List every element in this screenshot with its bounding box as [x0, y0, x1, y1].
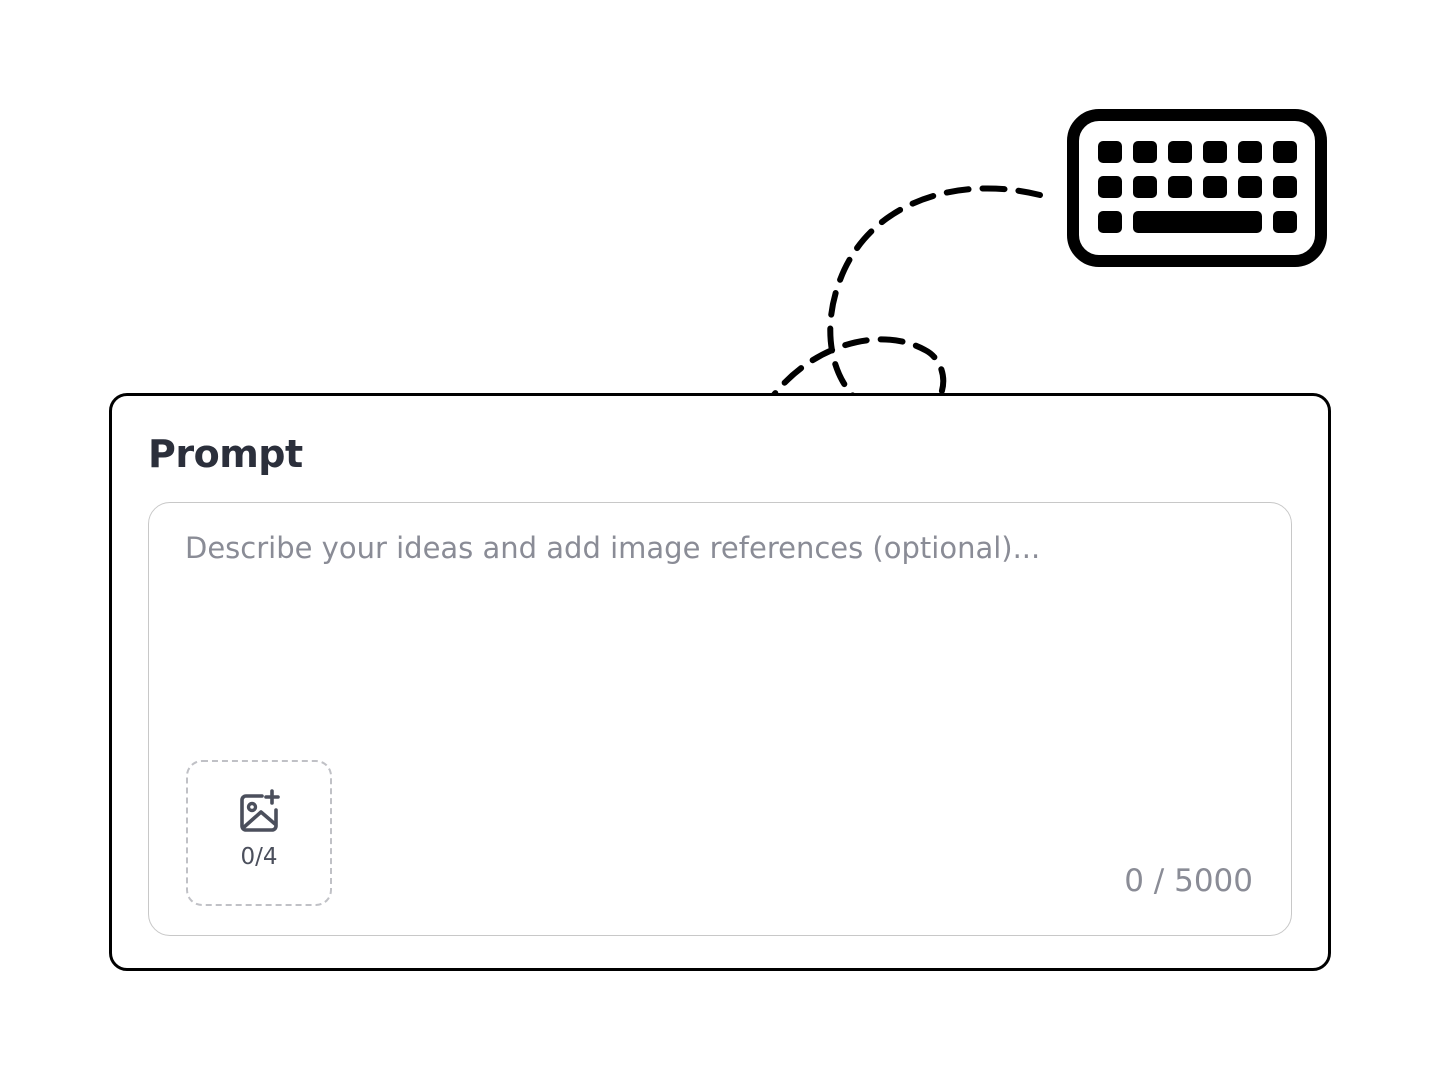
keyboard-icon: [1067, 109, 1327, 267]
prompt-input-box: 0/4 0 / 5000: [148, 502, 1292, 936]
prompt-title: Prompt: [148, 432, 303, 476]
add-image-button[interactable]: 0/4: [186, 760, 332, 906]
character-counter: 0 / 5000: [1124, 863, 1253, 899]
image-add-icon: [240, 789, 280, 832]
prompt-textarea[interactable]: [149, 503, 1291, 743]
prompt-card: Prompt 0/4 0 / 5000: [109, 393, 1331, 971]
image-count: 0/4: [240, 844, 278, 870]
